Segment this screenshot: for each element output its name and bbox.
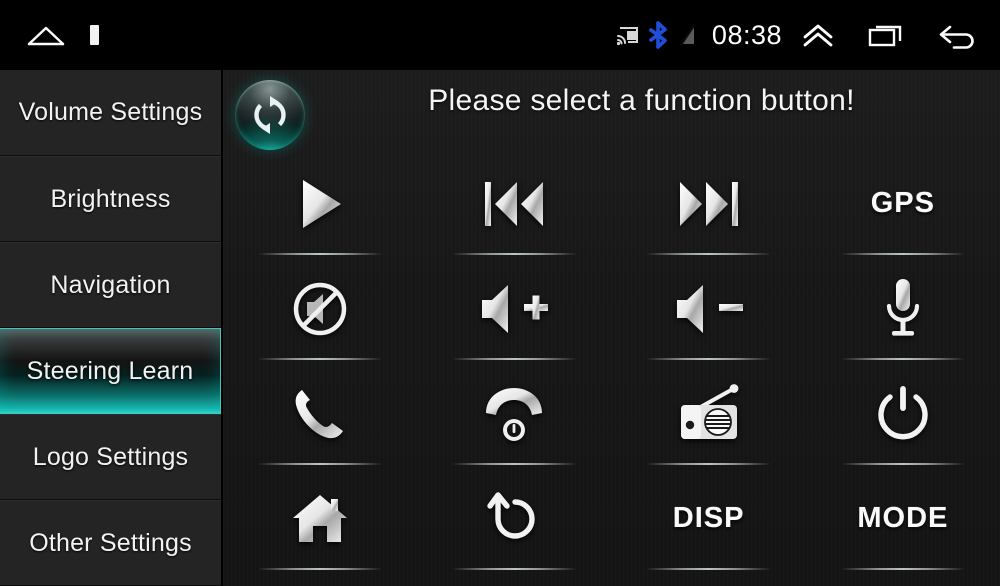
function-button-previous-track[interactable] <box>417 158 611 263</box>
radio-icon <box>680 383 739 439</box>
function-button-gps[interactable]: GPS <box>806 158 1000 263</box>
sidebar-item-logo-settings[interactable]: Logo Settings <box>0 414 221 500</box>
status-bar-clock: 08:38 <box>711 19 782 50</box>
play-icon <box>303 179 342 228</box>
return-back-icon <box>487 491 536 539</box>
status-bar-left-group <box>0 22 102 48</box>
function-button-power[interactable] <box>806 368 1000 473</box>
function-button-next-track[interactable] <box>612 158 806 263</box>
function-button-disp[interactable]: DISP <box>612 473 806 578</box>
function-button-call-hangup[interactable] <box>417 368 611 473</box>
chevron-double-up-icon[interactable] <box>798 20 838 50</box>
bluetooth-icon <box>648 21 668 49</box>
microphone-icon <box>886 278 919 336</box>
settings-sidebar: Volume Settings Brightness Navigation St… <box>0 70 222 586</box>
sidebar-item-volume-settings[interactable]: Volume Settings <box>0 70 221 156</box>
signal-off-icon <box>678 22 698 48</box>
phone-answer-icon <box>295 389 344 438</box>
cast-screen-icon <box>616 24 640 46</box>
steering-learn-panel: Please select a function button! GPS DIS… <box>223 70 1000 586</box>
sidebar-item-other-settings[interactable]: Other Settings <box>0 500 221 586</box>
sidebar-item-label: Brightness <box>50 184 171 213</box>
sidebar-item-label: Other Settings <box>29 528 192 557</box>
sidebar-item-brightness[interactable]: Brightness <box>0 156 221 242</box>
volume-down-icon <box>676 284 743 333</box>
sidebar-item-label: Logo Settings <box>32 442 189 471</box>
sidebar-item-label: Volume Settings <box>18 98 203 126</box>
sidebar-item-label: Navigation <box>50 270 171 299</box>
function-button-voice-microphone[interactable] <box>806 263 1000 368</box>
refresh-icon <box>254 96 286 134</box>
panel-title: Please select a function button! <box>428 84 855 117</box>
stop-indicator-icon[interactable] <box>88 22 102 48</box>
previous-track-icon <box>485 181 544 226</box>
function-button-mute[interactable] <box>223 263 417 368</box>
refresh-reset-button[interactable] <box>235 80 305 150</box>
next-track-icon <box>679 181 738 226</box>
function-button-volume-up[interactable] <box>417 263 611 368</box>
function-button-back[interactable] <box>417 473 611 578</box>
home-icon <box>293 494 348 542</box>
head-unit-screen: 08:38 Volume Settings Brightness Navigat… <box>0 0 1000 586</box>
sidebar-item-label: Steering Learn <box>26 356 194 385</box>
power-icon <box>878 385 928 439</box>
function-button-volume-down[interactable] <box>612 263 806 368</box>
recent-apps-icon[interactable] <box>866 21 908 49</box>
phone-hangup-icon <box>486 387 543 441</box>
home-icon[interactable] <box>26 22 66 48</box>
function-button-grid: GPS DISP MODE <box>223 158 1000 578</box>
function-button-radio[interactable] <box>612 368 806 473</box>
status-bar-right-group: 08:38 <box>616 20 980 51</box>
function-button-home[interactable] <box>223 473 417 578</box>
status-bar: 08:38 <box>0 0 1000 70</box>
back-arrow-icon[interactable] <box>936 21 980 49</box>
mute-icon <box>293 282 347 335</box>
sidebar-item-navigation[interactable]: Navigation <box>0 242 221 328</box>
function-button-play[interactable] <box>223 158 417 263</box>
sidebar-item-steering-learn[interactable]: Steering Learn <box>0 328 221 414</box>
volume-up-icon <box>482 284 549 333</box>
mode-text-icon: MODE <box>857 502 949 534</box>
function-button-mode[interactable]: MODE <box>806 473 1000 578</box>
function-button-call-answer[interactable] <box>223 368 417 473</box>
disp-text-icon: DISP <box>672 502 745 534</box>
gps-text-icon: GPS <box>870 187 935 219</box>
